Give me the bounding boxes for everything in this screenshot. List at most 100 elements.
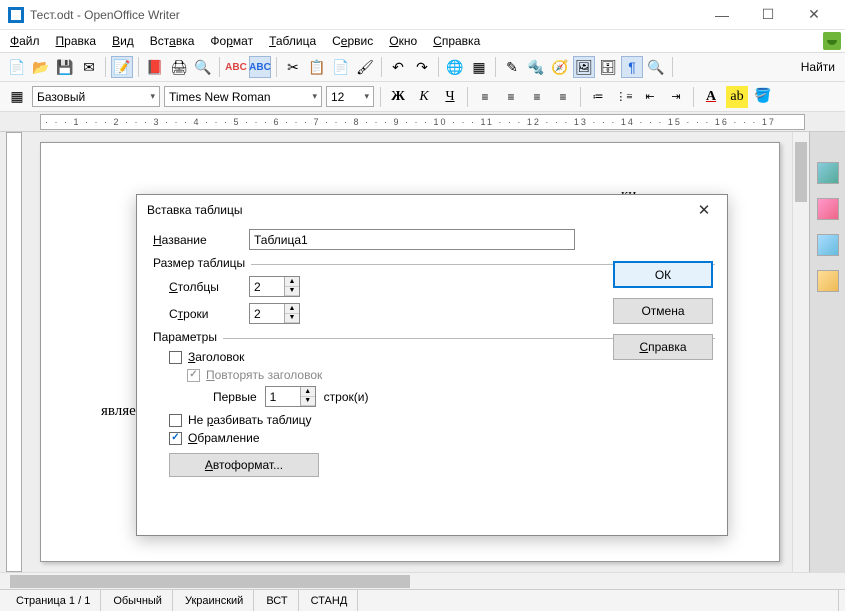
autospell-button[interactable]: ABC [249,56,271,78]
scroll-thumb-h[interactable] [10,575,410,588]
columns-spinner[interactable]: ▲▼ [249,276,300,297]
indent-inc-button[interactable]: ⇥ [665,86,687,108]
highlight-button[interactable]: ab [726,86,748,108]
menu-tools[interactable]: Сервис [326,32,379,50]
menu-help[interactable]: Справка [427,32,486,50]
name-input[interactable] [249,229,575,250]
menu-file[interactable]: Файл [4,32,46,50]
font-size-combo[interactable]: 12▾ [326,86,374,107]
status-insert[interactable]: ВСТ [256,590,298,611]
status-language[interactable]: Украинский [175,590,254,611]
menu-view[interactable]: Вид [106,32,140,50]
first-rows-spinner[interactable]: ▲▼ [265,386,316,407]
spellcheck-button[interactable]: ABC [225,56,247,78]
indent-dec-button[interactable]: ⇤ [639,86,661,108]
repeat-header-label: Повторять заголовок [206,368,322,382]
save-button[interactable]: 💾 [54,56,76,78]
datasources-button[interactable]: 🗄 [597,56,619,78]
cancel-button[interactable]: Отмена [613,298,713,324]
paragraph-style-combo[interactable]: Базовый▾ [32,86,160,107]
format-paint-button[interactable]: 🖌 [354,56,376,78]
email-button[interactable]: ✉ [78,56,100,78]
minimize-button[interactable]: — [699,0,745,30]
menu-insert[interactable]: Вставка [144,32,201,50]
open-button[interactable]: 📂 [30,56,52,78]
menu-window[interactable]: Окно [383,32,423,50]
font-color-button[interactable]: А [700,86,722,108]
scroll-thumb[interactable] [795,142,807,202]
help-button[interactable]: Справка [613,334,713,360]
spin-down-icon[interactable]: ▼ [285,287,299,297]
bullets-button[interactable]: ⋮≡ [613,86,635,108]
align-right-button[interactable]: ≡ [526,86,548,108]
spin-up-icon[interactable]: ▲ [301,387,315,397]
vertical-ruler[interactable] [6,132,22,572]
vertical-scrollbar[interactable] [792,132,809,572]
draw-button[interactable]: ✎ [501,56,523,78]
font-name-combo[interactable]: Times New Roman▾ [164,86,322,107]
find-label[interactable]: Найти [797,58,839,76]
status-style[interactable]: Обычный [103,590,173,611]
dialog-button-column: ОК Отмена Справка [613,261,713,360]
status-selection[interactable]: СТАНД [301,590,359,611]
horizontal-scrollbar[interactable] [0,572,845,589]
italic-button[interactable]: К [413,86,435,108]
sidebar-navigator-icon[interactable] [817,270,839,292]
spin-down-icon[interactable]: ▼ [285,314,299,324]
print-button[interactable]: 🖨 [168,56,190,78]
zoom-button[interactable]: 🔍 [645,56,667,78]
underline-button[interactable]: Ч [439,86,461,108]
spin-down-icon[interactable]: ▼ [301,397,315,407]
app-icon [8,7,24,23]
status-page[interactable]: Страница 1 / 1 [6,590,101,611]
table-button[interactable]: ▦ [468,56,490,78]
edit-mode-button[interactable]: 📝 [111,56,133,78]
menu-format[interactable]: Формат [204,32,259,50]
columns-label: Столбцы [169,280,249,294]
navigator-button[interactable]: 🧭 [549,56,571,78]
align-justify-button[interactable]: ≡ [552,86,574,108]
align-center-button[interactable]: ≡ [500,86,522,108]
autoformat-button[interactable]: Автоформат... [169,453,319,477]
border-checkbox[interactable] [169,432,182,445]
ok-button[interactable]: ОК [613,261,713,288]
cut-button[interactable]: ✂ [282,56,304,78]
bold-button[interactable]: Ж [387,86,409,108]
window-controls: — ☐ ✕ [699,0,837,30]
bgcolor-button[interactable]: 🪣 [752,86,774,108]
new-doc-button[interactable]: 📄 [6,56,28,78]
header-checkbox[interactable] [169,351,182,364]
sidebar-styles-icon[interactable] [817,198,839,220]
menubar: Файл Правка Вид Вставка Формат Таблица С… [0,30,845,52]
close-button[interactable]: ✕ [791,0,837,30]
menu-table[interactable]: Таблица [263,32,322,50]
nonprinting-button[interactable]: ¶ [621,56,643,78]
find-replace-button[interactable]: 🔩 [525,56,547,78]
gallery-button[interactable]: 🖼 [573,56,595,78]
sidebar-gallery-icon[interactable] [817,234,839,256]
preview-button[interactable]: 🔍 [192,56,214,78]
sidebar-properties-icon[interactable] [817,162,839,184]
paste-button[interactable]: 📄 [330,56,352,78]
maximize-button[interactable]: ☐ [745,0,791,30]
first-rows-input[interactable] [266,387,300,406]
redo-button[interactable]: ↷ [411,56,433,78]
export-pdf-button[interactable]: 📕 [144,56,166,78]
spin-up-icon[interactable]: ▲ [285,277,299,287]
spin-up-icon[interactable]: ▲ [285,304,299,314]
dialog-close-button[interactable]: ✕ [691,197,717,223]
rows-input[interactable] [250,304,284,323]
styles-button[interactable]: ▦ [6,86,28,108]
hyperlink-button[interactable]: 🌐 [444,56,466,78]
copy-button[interactable]: 📋 [306,56,328,78]
undo-button[interactable]: ↶ [387,56,409,78]
insert-table-dialog: Вставка таблицы ✕ Название Размер таблиц… [136,194,728,536]
update-icon[interactable] [823,32,841,50]
nosplit-checkbox[interactable] [169,414,182,427]
horizontal-ruler[interactable]: · · · 1 · · · 2 · · · 3 · · · 4 · · · 5 … [40,114,805,130]
numbering-button[interactable]: ≔ [587,86,609,108]
menu-edit[interactable]: Правка [50,32,103,50]
rows-spinner[interactable]: ▲▼ [249,303,300,324]
columns-input[interactable] [250,277,284,296]
align-left-button[interactable]: ≡ [474,86,496,108]
